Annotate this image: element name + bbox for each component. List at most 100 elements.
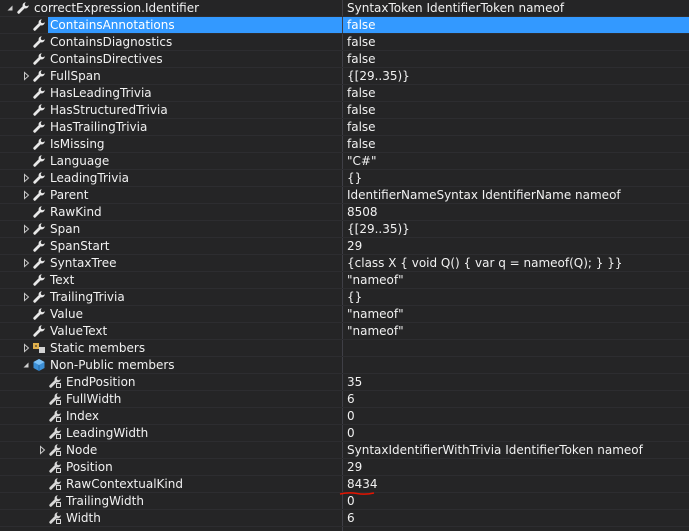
expanded-arrow-icon[interactable]	[4, 0, 16, 16]
property-row[interactable]: Value "nameof"	[0, 306, 689, 323]
property-name-cell[interactable]: Text	[0, 272, 342, 288]
property-row[interactable]: Non-Public members	[0, 357, 689, 374]
property-name-cell[interactable]: Parent	[0, 187, 342, 203]
property-row[interactable]: Language "C#"	[0, 153, 689, 170]
property-name-cell[interactable]: correctExpression.Identifier	[0, 0, 342, 16]
property-name-cell[interactable]: FullSpan	[0, 68, 342, 84]
property-value[interactable]: 0	[343, 425, 689, 441]
property-row[interactable]: Position 29	[0, 459, 689, 476]
property-name-cell[interactable]: Value	[0, 306, 342, 322]
property-name-cell[interactable]: Static members	[0, 340, 342, 356]
property-name-cell[interactable]: TrailingTrivia	[0, 289, 342, 305]
property-name-cell[interactable]: ContainsDirectives	[0, 51, 342, 67]
property-name-cell[interactable]: HasStructuredTrivia	[0, 102, 342, 118]
property-row[interactable]: LeadingWidth 0	[0, 425, 689, 442]
property-row[interactable]: HasLeadingTrivia false	[0, 85, 689, 102]
property-value[interactable]: false	[343, 85, 689, 101]
property-value[interactable]: SyntaxToken IdentifierToken nameof	[343, 0, 689, 16]
expand-arrow-icon[interactable]	[20, 221, 32, 237]
property-value[interactable]: 29	[343, 459, 689, 475]
property-value[interactable]: SyntaxIdentifierWithTrivia IdentifierTok…	[343, 442, 689, 458]
expanded-arrow-icon[interactable]	[20, 357, 32, 373]
property-value[interactable]: "C#"	[343, 153, 689, 169]
property-row[interactable]: LeadingTrivia {}	[0, 170, 689, 187]
property-name-cell[interactable]: ContainsDiagnostics	[0, 34, 342, 50]
property-row[interactable]: SyntaxTree {class X { void Q() { var q = …	[0, 255, 689, 272]
property-value[interactable]: {[29..35)}	[343, 221, 689, 237]
property-row[interactable]: Span {[29..35)}	[0, 221, 689, 238]
property-row[interactable]: FullWidth 6	[0, 391, 689, 408]
property-row[interactable]: Static members	[0, 340, 689, 357]
property-row[interactable]: EndPosition 35	[0, 374, 689, 391]
property-row[interactable]: FullSpan {[29..35)}	[0, 68, 689, 85]
property-name-cell[interactable]: IsMissing	[0, 136, 342, 152]
property-value[interactable]: "nameof"	[343, 272, 689, 288]
property-name-cell[interactable]: ValueText	[0, 323, 342, 339]
expand-arrow-icon[interactable]	[20, 340, 32, 356]
expand-arrow-icon[interactable]	[36, 442, 48, 458]
property-name-cell[interactable]: Non-Public members	[0, 357, 342, 373]
property-value[interactable]: "nameof"	[343, 323, 689, 339]
property-row[interactable]: HasStructuredTrivia false	[0, 102, 689, 119]
property-row[interactable]: ContainsDiagnostics false	[0, 34, 689, 51]
property-name-cell[interactable]: Position	[0, 459, 342, 475]
property-row[interactable]: Index 0	[0, 408, 689, 425]
property-value[interactable]: {}	[343, 289, 689, 305]
property-row[interactable]: ContainsDirectives false	[0, 51, 689, 68]
property-value[interactable]: false	[343, 34, 689, 50]
property-name-cell[interactable]: Language	[0, 153, 342, 169]
property-name-cell[interactable]: SyntaxTree	[0, 255, 342, 271]
property-row[interactable]: IsMissing false	[0, 136, 689, 153]
property-name-cell[interactable]: RawContextualKind	[0, 476, 342, 492]
property-value[interactable]: false	[343, 102, 689, 118]
expand-arrow-icon[interactable]	[20, 68, 32, 84]
property-name-cell[interactable]: TrailingWidth	[0, 493, 342, 509]
property-value[interactable]: {}	[343, 170, 689, 186]
property-name-cell[interactable]: SpanStart	[0, 238, 342, 254]
property-name-cell[interactable]: LeadingWidth	[0, 425, 342, 441]
property-name-cell[interactable]: LeadingTrivia	[0, 170, 342, 186]
expand-arrow-icon[interactable]	[20, 170, 32, 186]
property-value[interactable]: 8434	[343, 476, 689, 492]
property-name-cell[interactable]: Index	[0, 408, 342, 424]
property-row[interactable]: correctExpression.Identifier SyntaxToken …	[0, 0, 689, 17]
property-row[interactable]: SpanStart 29	[0, 238, 689, 255]
expand-arrow-icon[interactable]	[20, 289, 32, 305]
property-value[interactable]: 0	[343, 408, 689, 424]
property-value[interactable]: {class X { void Q() { var q = nameof(Q);…	[343, 255, 689, 271]
property-name-cell[interactable]: Width	[0, 510, 342, 526]
property-value[interactable]: "nameof"	[343, 306, 689, 322]
property-value[interactable]: 6	[343, 510, 689, 526]
property-name-cell[interactable]: Node	[0, 442, 342, 458]
property-value[interactable]: {[29..35)}	[343, 68, 689, 84]
property-row[interactable]: TrailingTrivia {}	[0, 289, 689, 306]
property-value[interactable]	[343, 357, 689, 373]
expand-arrow-icon[interactable]	[20, 187, 32, 203]
property-row[interactable]: ContainsAnnotations false	[0, 17, 689, 34]
property-value[interactable]: 35	[343, 374, 689, 390]
property-row[interactable]: Text "nameof"	[0, 272, 689, 289]
property-row[interactable]: Width 6	[0, 510, 689, 527]
property-name-cell[interactable]: HasLeadingTrivia	[0, 85, 342, 101]
property-value[interactable]: false	[343, 136, 689, 152]
property-value[interactable]	[343, 340, 689, 356]
property-name-cell[interactable]: Span	[0, 221, 342, 237]
property-row[interactable]: HasTrailingTrivia false	[0, 119, 689, 136]
expand-arrow-icon[interactable]	[20, 255, 32, 271]
property-value[interactable]: 6	[343, 391, 689, 407]
property-row[interactable]: Node SyntaxIdentifierWithTrivia Identifie…	[0, 442, 689, 459]
property-row[interactable]: RawKind 8508	[0, 204, 689, 221]
property-name-cell[interactable]: ContainsAnnotations	[0, 17, 342, 33]
property-value[interactable]: false	[343, 119, 689, 135]
property-name-cell[interactable]: RawKind	[0, 204, 342, 220]
property-name-cell[interactable]: EndPosition	[0, 374, 342, 390]
property-value[interactable]: false	[343, 51, 689, 67]
property-value[interactable]: false	[343, 17, 689, 33]
property-value[interactable]: 29	[343, 238, 689, 254]
property-row[interactable]: ValueText "nameof"	[0, 323, 689, 340]
property-name-cell[interactable]: HasTrailingTrivia	[0, 119, 342, 135]
property-value[interactable]: 8508	[343, 204, 689, 220]
property-value[interactable]: 0	[343, 493, 689, 509]
property-row[interactable]: Parent IdentifierNameSyntax IdentifierNam…	[0, 187, 689, 204]
property-name-cell[interactable]: FullWidth	[0, 391, 342, 407]
